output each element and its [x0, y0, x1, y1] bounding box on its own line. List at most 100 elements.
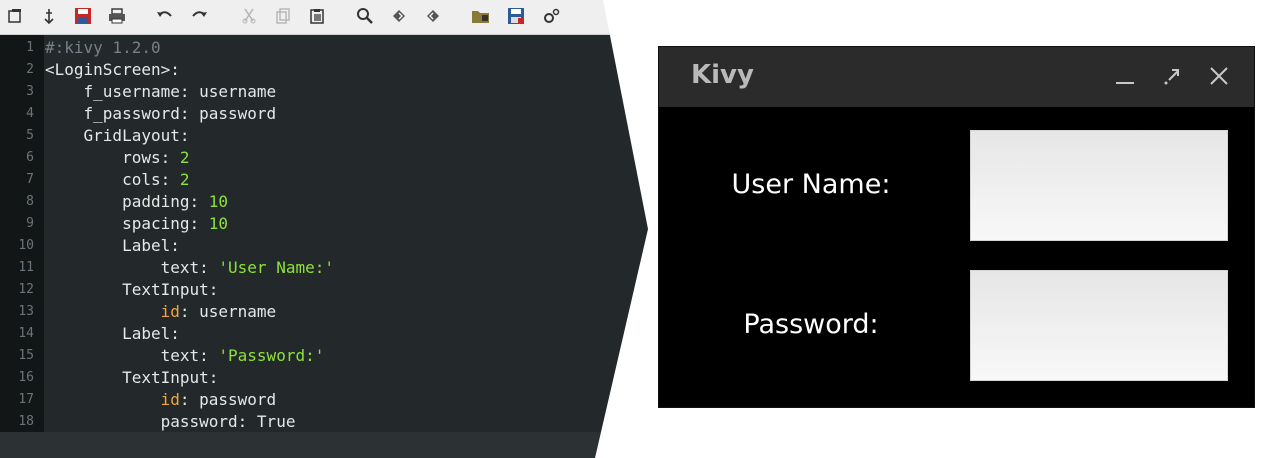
- code-token: id: [160, 390, 180, 409]
- code-token: GridLayout:: [83, 126, 190, 145]
- code-line: f_username: username: [45, 81, 277, 103]
- maximize-icon[interactable]: [1157, 61, 1187, 91]
- code-token: rows:: [122, 148, 180, 167]
- line-number: 16: [18, 370, 34, 385]
- code-line: password: True: [45, 411, 296, 433]
- code-line: Label:: [45, 235, 180, 257]
- code-area[interactable]: 1 2 3 4 5 6 7 8 9 10 11 12 13 14 15 16 17 18 #:kivy 1.2.0…: [0, 35, 648, 433]
- code-token: f_password: password: [83, 104, 277, 123]
- code-token: cols:: [122, 170, 180, 189]
- line-number: 13: [18, 304, 34, 319]
- line-number: 8: [26, 194, 34, 209]
- line-number: 17: [18, 392, 34, 407]
- code-token: spacing:: [122, 214, 209, 233]
- line-number: 2: [26, 62, 34, 77]
- code-line: TextInput:: [45, 367, 218, 389]
- code-token: text:: [160, 346, 219, 365]
- code-token: 'Password:': [218, 346, 325, 365]
- minimize-icon[interactable]: [1110, 61, 1140, 91]
- status-bar: [0, 432, 648, 458]
- line-number: 9: [26, 216, 34, 231]
- code-token: Label:: [122, 236, 180, 255]
- line-number: 4: [26, 106, 34, 121]
- line-number: 6: [26, 150, 34, 165]
- username-label: User Name:: [731, 169, 891, 200]
- move-icon[interactable]: [38, 5, 60, 27]
- code-token: 10: [208, 214, 229, 233]
- line-number: 12: [18, 282, 34, 297]
- code-line: padding: 10: [45, 191, 228, 213]
- window-title: Kivy: [691, 60, 754, 90]
- code-line: rows: 2: [45, 147, 190, 169]
- line-number: 7: [26, 172, 34, 187]
- line-number: 18: [18, 414, 34, 429]
- save-icon[interactable]: [72, 5, 94, 27]
- code-token: : password: [179, 390, 277, 409]
- code-line: GridLayout:: [45, 125, 190, 147]
- find-icon[interactable]: [354, 5, 376, 27]
- code-token: password: True: [160, 412, 296, 431]
- code-token: TextInput:: [122, 368, 219, 387]
- line-number-gutter: 1 2 3 4 5 6 7 8 9 10 11 12 13 14 15 16 17 18: [0, 35, 44, 432]
- line-number: 1: [26, 40, 34, 55]
- code-line: #:kivy 1.2.0: [45, 37, 161, 59]
- find-previous-icon[interactable]: [422, 5, 444, 27]
- code-token: <LoginScreen>:: [45, 60, 180, 79]
- line-number: 5: [26, 128, 34, 143]
- code-token: TextInput:: [122, 280, 219, 299]
- paste-icon[interactable]: [306, 5, 328, 27]
- code-token: f_username: username: [83, 82, 277, 101]
- code-line: TextInput:: [45, 279, 218, 301]
- line-number: 3: [26, 84, 34, 99]
- code-token: 2: [179, 170, 190, 189]
- settings-icon[interactable]: [540, 5, 562, 27]
- code-line: cols: 2: [45, 169, 190, 191]
- copy-icon[interactable]: [272, 5, 294, 27]
- code-token: 2: [179, 148, 190, 167]
- undo-icon[interactable]: [154, 5, 176, 27]
- code-line: Label:: [45, 323, 180, 345]
- editor-toolbar: [0, 0, 648, 35]
- line-number: 10: [18, 238, 34, 253]
- line-number: 15: [18, 348, 34, 363]
- code-token: #:kivy 1.2.0: [45, 38, 161, 57]
- open-folder-icon[interactable]: [470, 5, 492, 27]
- save-as-icon[interactable]: [505, 5, 527, 27]
- find-next-icon[interactable]: [388, 5, 410, 27]
- password-input[interactable]: [970, 270, 1228, 381]
- code-line: id: password: [45, 389, 277, 411]
- cut-icon[interactable]: [238, 5, 260, 27]
- close-icon[interactable]: [1204, 61, 1234, 91]
- window-titlebar[interactable]: Kivy: [659, 47, 1254, 107]
- code-line: text: 'User Name:': [45, 257, 334, 279]
- code-token: id: [160, 302, 180, 321]
- code-line: id: username: [45, 301, 277, 323]
- new-window-icon[interactable]: [4, 5, 26, 27]
- redo-icon[interactable]: [188, 5, 210, 27]
- print-icon[interactable]: [106, 5, 128, 27]
- username-input[interactable]: [970, 130, 1228, 241]
- code-editor: 1 2 3 4 5 6 7 8 9 10 11 12 13 14 15 16 17 18 #:kivy 1.2.0…: [0, 0, 648, 458]
- code-token: 10: [208, 192, 229, 211]
- code-line: f_password: password: [45, 103, 277, 125]
- code-token: text:: [160, 258, 219, 277]
- code-line: text: 'Password:': [45, 345, 325, 367]
- code-line: <LoginScreen>:: [45, 59, 180, 81]
- code-token: : username: [179, 302, 277, 321]
- code-line: spacing: 10: [45, 213, 228, 235]
